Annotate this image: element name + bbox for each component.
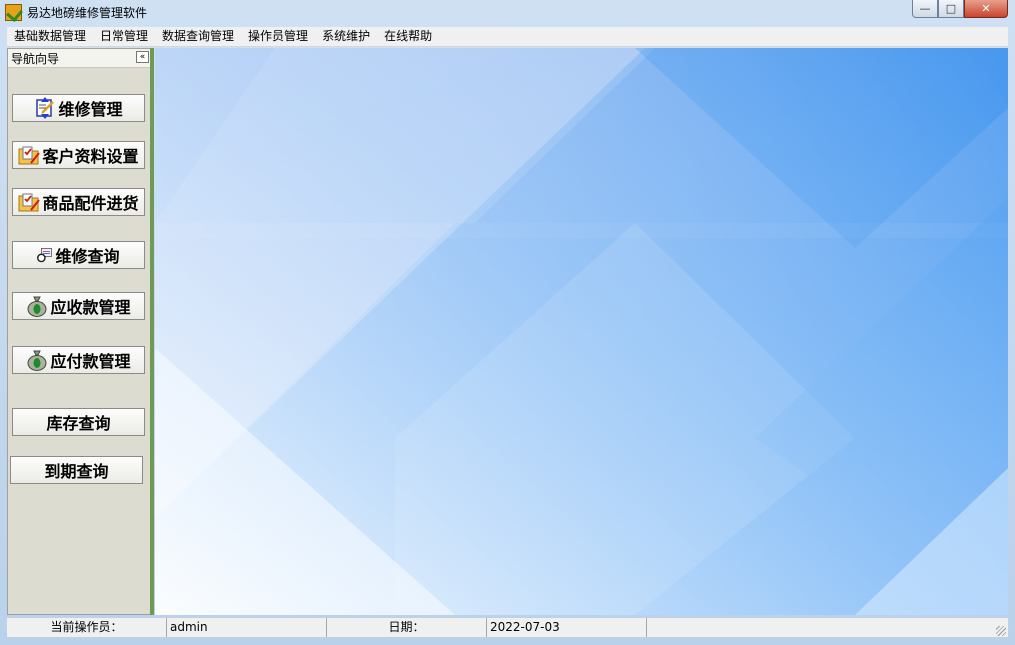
nav-splitter[interactable] [150,48,154,615]
menu-system[interactable]: 系统维护 [315,27,377,46]
nav-button-payables[interactable]: 应付款管理 [12,346,145,374]
query-icon [37,248,53,263]
nav-title: 导航向导 [11,52,60,66]
operator-value: admin [167,618,327,637]
app-logo-icon [5,4,22,21]
nav-button-inventory-query[interactable]: 库存查询 [12,408,145,436]
nav-button-customer[interactable]: 客户资料设置 [12,141,145,169]
status-empty-panel [647,618,1008,637]
nav-button-label: 客户资料设置 [42,147,139,166]
nav-button-receivables[interactable]: 应收款管理 [12,292,145,320]
maximize-button[interactable]: □ [938,0,964,18]
nav-button-label: 维修查询 [55,247,120,266]
background-pattern [155,48,1008,615]
minimize-button[interactable]: — [912,0,938,18]
nav-button-label: 应付款管理 [50,352,131,371]
menu-operator[interactable]: 操作员管理 [241,27,315,46]
nav-panel: 导航向导 « 维修管理 客户资料设置 商品配件进货 维修查询 应收款管理 应付款… [7,48,153,615]
nav-button-expiry-query[interactable]: 到期查询 [10,456,143,484]
nav-button-label: 库存查询 [46,414,111,433]
date-label: 日期： [327,618,487,637]
window-controls: — □ ✕ [912,0,1008,18]
menu-bar: 基础数据管理 日常管理 数据查询管理 操作员管理 系统维护 在线帮助 [7,27,1008,47]
repair-icon [36,97,55,119]
nav-header: 导航向导 « [8,49,152,68]
nav-button-repair-query[interactable]: 维修查询 [12,241,145,269]
date-value: 2022-07-03 [487,618,647,637]
window-title: 易达地磅维修管理软件 [27,6,148,20]
customer-folder-icon [18,146,41,165]
title-bar[interactable]: 易达地磅维修管理软件 — □ ✕ [0,0,1015,26]
parts-folder-icon [18,193,41,212]
resize-grip-icon[interactable] [996,626,1006,636]
menu-data-query[interactable]: 数据查询管理 [155,27,241,46]
money-bag-icon [27,296,47,317]
collapse-nav-button[interactable]: « [136,51,149,63]
app-window: 易达地磅维修管理软件 — □ ✕ 基础数据管理 日常管理 数据查询管理 操作员管… [0,0,1015,645]
nav-button-repair[interactable]: 维修管理 [12,94,145,122]
nav-button-label: 到期查询 [44,462,109,481]
nav-button-label: 维修管理 [58,100,123,119]
nav-button-label: 商品配件进货 [42,194,139,213]
status-bar: 当前操作员： admin 日期： 2022-07-03 [7,618,1008,637]
menu-basic-data[interactable]: 基础数据管理 [7,27,93,46]
menu-daily[interactable]: 日常管理 [93,27,155,46]
close-button[interactable]: ✕ [964,0,1008,18]
nav-button-label: 应收款管理 [50,298,131,317]
main-workspace [155,48,1008,615]
menu-help[interactable]: 在线帮助 [377,27,439,46]
nav-button-parts-purchase[interactable]: 商品配件进货 [12,188,145,216]
money-bag-icon [27,350,47,371]
operator-label: 当前操作员： [7,618,167,637]
